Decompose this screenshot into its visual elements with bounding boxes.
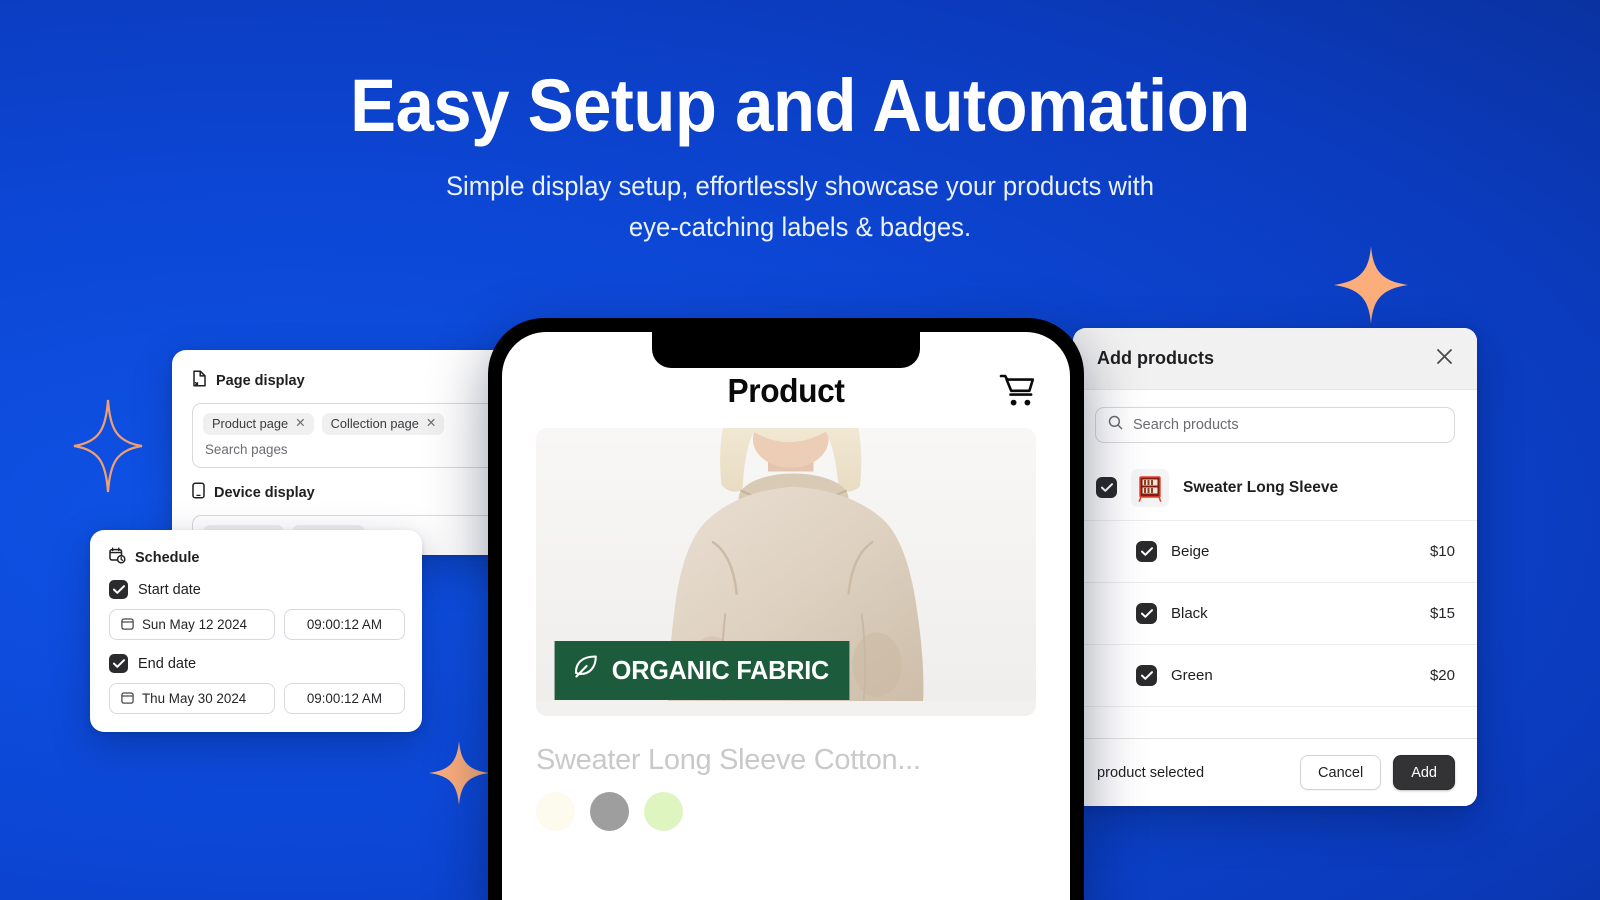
device-display-title: Device display	[214, 485, 315, 501]
end-date-checkbox[interactable]	[109, 654, 128, 673]
sparkle-outline-left	[72, 398, 144, 494]
calendar-icon	[121, 617, 134, 633]
status-badge: ORGANIC FABRIC	[554, 641, 850, 700]
calendar-icon	[121, 691, 134, 707]
page-icon	[192, 370, 207, 392]
storefront-title: Product	[727, 372, 845, 409]
variant-name: Black	[1171, 605, 1208, 622]
swatch-light-green[interactable]	[644, 792, 683, 831]
schedule-header: Schedule	[109, 547, 405, 569]
end-date-toggle-row[interactable]: End date	[109, 654, 405, 673]
variant-row-beige[interactable]: Beige $10	[1073, 521, 1477, 583]
add-button[interactable]: Add	[1393, 755, 1455, 790]
start-time-input[interactable]: 09:00:12 AM	[283, 609, 405, 640]
phone-notch	[652, 332, 920, 368]
product-list: Sweater Long Sleeve Beige $10 Black $15	[1073, 455, 1477, 707]
end-time-input[interactable]: 09:00:12 AM	[283, 683, 405, 714]
phone-screen: Product ORGANIC FABRIC Sweater Long Slee…	[502, 332, 1070, 900]
end-date-inputs: Thu May 30 2024 09:00:12 AM	[109, 683, 405, 714]
start-date-value: Sun May 12 2024	[142, 617, 247, 632]
variant-name: Beige	[1171, 543, 1210, 560]
color-swatches	[536, 792, 1036, 831]
hero-subtitle-line-1: Simple display setup, effortlessly showc…	[445, 171, 1155, 202]
add-products-title: Add products	[1097, 348, 1214, 368]
product-checkbox[interactable]	[1096, 477, 1117, 498]
variant-name: Green	[1171, 667, 1213, 684]
end-time-value: 09:00:12 AM	[306, 691, 383, 706]
badge-label: ORGANIC FABRIC	[611, 654, 830, 685]
variant-row-black[interactable]: Black $15	[1073, 583, 1477, 645]
end-date-label: End date	[138, 655, 197, 672]
variant-price: $10	[1429, 543, 1455, 560]
phone-mockup: Product ORGANIC FABRIC Sweater Long Slee…	[488, 318, 1084, 900]
start-date-checkbox[interactable]	[109, 580, 128, 599]
page-title: Easy Setup and Automation	[350, 64, 1250, 147]
search-products-placeholder: Search products	[1133, 417, 1239, 433]
page-display-title: Page display	[216, 373, 305, 389]
page-chip-list: Product page ✕ Collection page ✕	[203, 413, 531, 435]
product-title: Sweater Long Sleeve Cotton...	[536, 744, 921, 776]
search-icon	[1108, 415, 1123, 435]
start-date-inputs: Sun May 12 2024 09:00:12 AM	[109, 609, 405, 640]
variant-checkbox[interactable]	[1136, 541, 1157, 562]
end-date-input[interactable]: Thu May 30 2024	[109, 683, 275, 714]
schedule-card: Schedule Start date Sun May 12 2024 09:0…	[90, 530, 422, 732]
schedule-title: Schedule	[135, 550, 200, 566]
promo-banner: Easy Setup and Automation Simple display…	[0, 0, 1600, 900]
start-date-label: Start date	[138, 581, 201, 598]
add-products-footer: product selected Cancel Add	[1073, 738, 1477, 806]
shopping-cart-icon[interactable]	[994, 373, 1036, 409]
search-products-wrap: Search products	[1073, 390, 1477, 455]
chip-label: Collection page	[330, 416, 419, 431]
close-icon[interactable]: ✕	[426, 417, 436, 430]
variant-checkbox[interactable]	[1136, 603, 1157, 624]
start-date-toggle-row[interactable]: Start date	[109, 580, 405, 599]
product-name: Sweater Long Sleeve	[1183, 478, 1339, 496]
footer-buttons: Cancel Add	[1300, 755, 1455, 790]
start-date-input[interactable]: Sun May 12 2024	[109, 609, 275, 640]
variant-price: $20	[1429, 667, 1455, 684]
end-date-value: Thu May 30 2024	[142, 691, 247, 706]
hero-subtitle: Simple display setup, effortlessly showc…	[40, 166, 1560, 248]
add-products-header: Add products	[1073, 328, 1477, 390]
selection-status: product selected	[1097, 764, 1205, 781]
product-image: ORGANIC FABRIC	[536, 428, 1036, 716]
mobile-icon	[192, 482, 205, 504]
cancel-button[interactable]: Cancel	[1300, 755, 1382, 790]
leaf-icon	[572, 652, 600, 688]
hero-subtitle-line-2: eye-catching labels & badges.	[628, 212, 972, 243]
start-time-value: 09:00:12 AM	[306, 617, 383, 632]
swatch-gray[interactable]	[590, 792, 629, 831]
add-products-panel: Add products Search products Sweater Lon…	[1073, 328, 1477, 806]
search-pages-input[interactable]: Search pages	[203, 442, 531, 457]
swatch-cream[interactable]	[536, 792, 575, 831]
calendar-clock-icon	[109, 547, 126, 569]
variant-checkbox[interactable]	[1136, 665, 1157, 686]
chip-label: Product page	[212, 416, 289, 431]
product-row-sweater-long-sleeve[interactable]: Sweater Long Sleeve	[1073, 455, 1477, 521]
close-icon[interactable]: ✕	[295, 417, 305, 430]
sparkle-filled-top-right	[1333, 245, 1409, 325]
close-icon[interactable]	[1435, 347, 1454, 371]
search-products-input[interactable]: Search products	[1095, 407, 1455, 443]
variant-price: $15	[1429, 605, 1455, 622]
sparkle-filled-bottom	[428, 740, 490, 806]
hero-section: Easy Setup and Automation Simple display…	[0, 64, 1600, 248]
cabinet-thumbnail	[1131, 468, 1169, 507]
chip-product-page[interactable]: Product page ✕	[203, 413, 314, 435]
variant-row-green[interactable]: Green $20	[1073, 645, 1477, 707]
chip-collection-page[interactable]: Collection page ✕	[321, 413, 445, 435]
